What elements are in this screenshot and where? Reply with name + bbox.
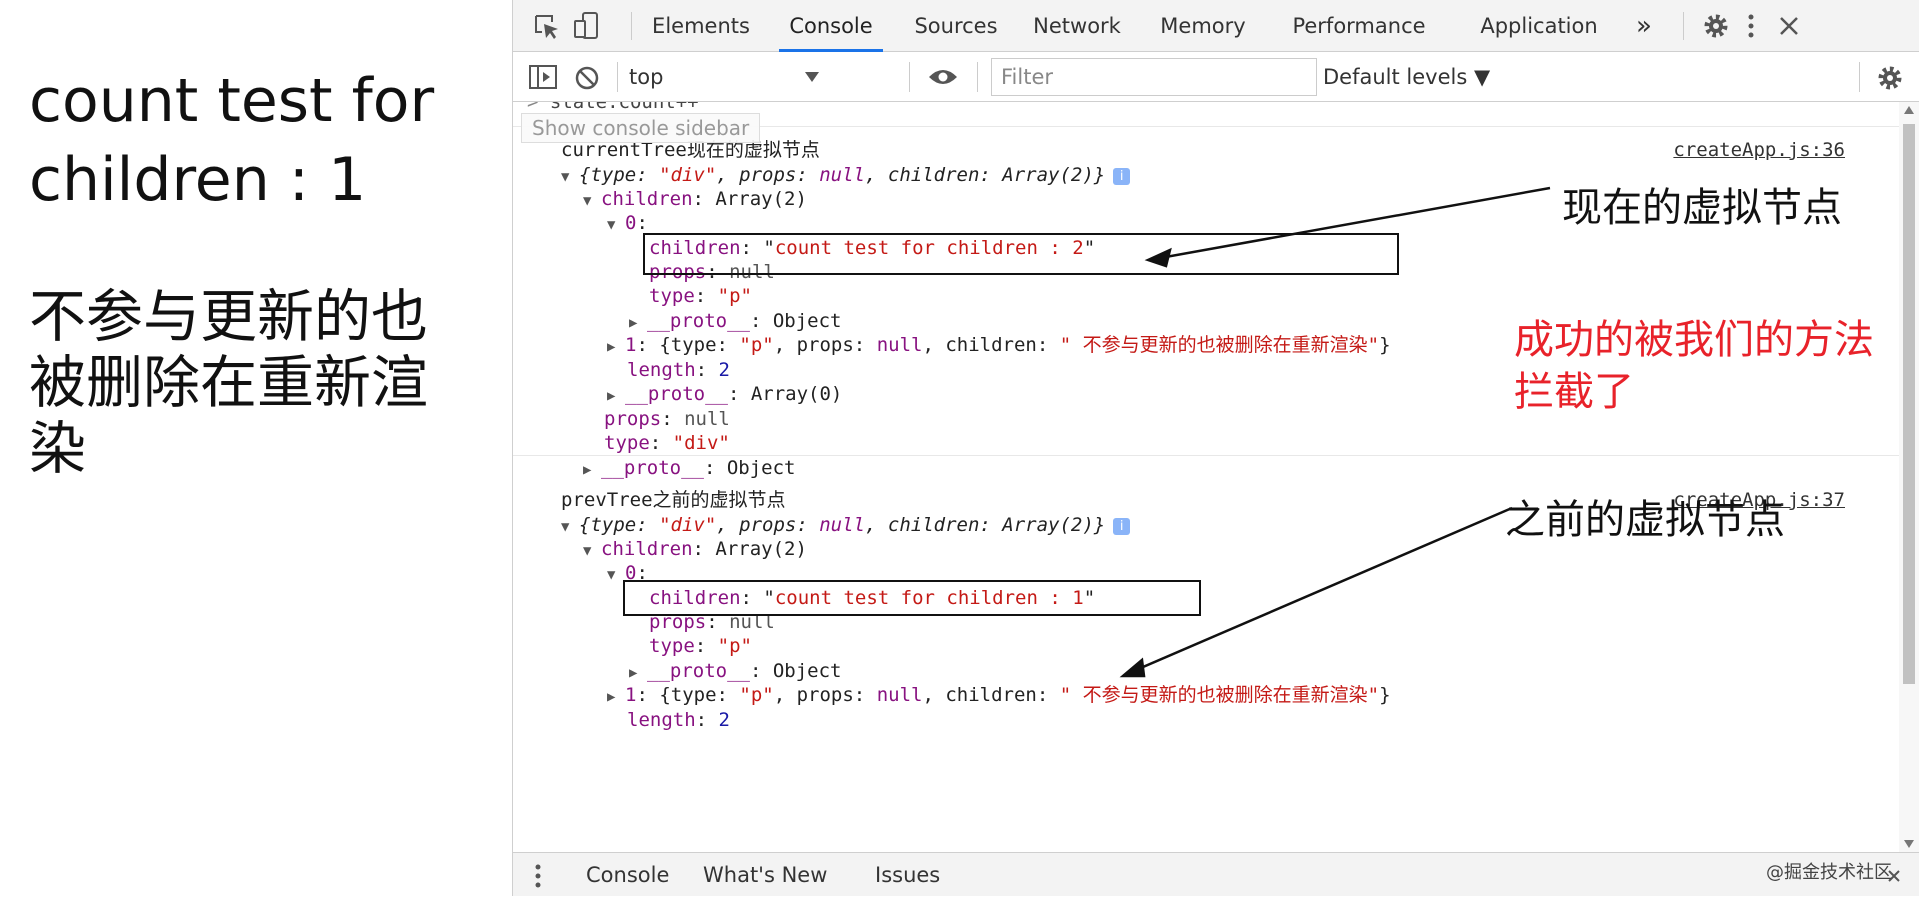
annotation-intercepted-line2: 拦截了: [1514, 369, 1634, 415]
arrow-current-head: [1144, 247, 1172, 268]
screenshot: count test for children : 1 不参与更新的也被删除在重…: [0, 0, 1919, 896]
arrow-current-line: [1159, 186, 1551, 260]
arrow-prev-head: [1119, 657, 1146, 678]
annotation-current: 现在的虚拟节点: [1562, 185, 1842, 231]
annotation-arrows: [1119, 186, 1551, 678]
arrow-prev-line: [1135, 506, 1513, 672]
watermark: @掘金技术社区: [1766, 862, 1892, 883]
annotation-previous: 之前的虚拟节点: [1505, 497, 1785, 543]
annotation-intercepted-line1: 成功的被我们的方法: [1514, 317, 1874, 363]
